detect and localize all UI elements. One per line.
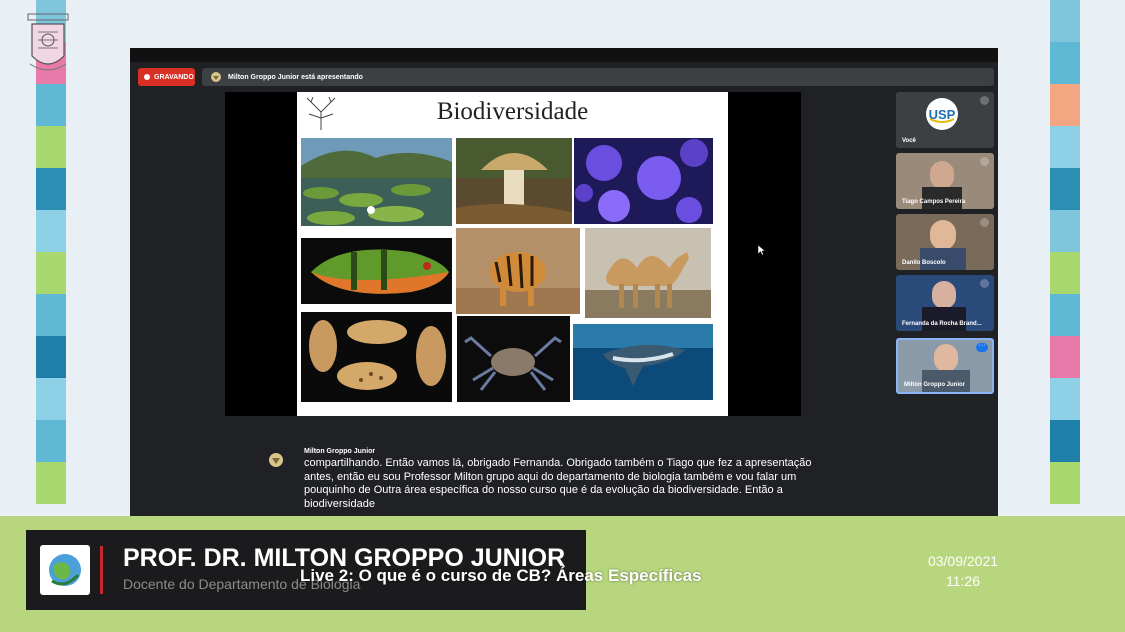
- stripe: [36, 294, 66, 336]
- participant-tile[interactable]: USP Você: [896, 92, 994, 148]
- participant-name: Tiago Campos Pereira: [902, 199, 966, 205]
- mushroom-photo: [456, 138, 572, 224]
- stripe: [36, 126, 66, 168]
- meeting-window: GRAVANDO Milton Groppo Junior está apres…: [130, 48, 998, 516]
- mic-icon[interactable]: [980, 279, 989, 288]
- recording-badge[interactable]: GRAVANDO: [138, 68, 195, 86]
- caption-speaker: Milton Groppo Junior: [304, 448, 376, 455]
- video-person: [934, 344, 958, 372]
- recording-label: GRAVANDO: [154, 73, 194, 81]
- presenter-avatar-icon: [269, 453, 283, 467]
- shells-photo: [301, 312, 452, 402]
- recording-dot-icon: [144, 74, 150, 80]
- stripe: [1050, 462, 1080, 504]
- accent-bar: [100, 546, 103, 594]
- participant-name: Milton Groppo Junior: [904, 382, 965, 388]
- camel-photo: [585, 228, 711, 318]
- live-title: Live 2: O que é o curso de CB? Áreas Esp…: [300, 566, 702, 585]
- globe-logo: [40, 545, 90, 595]
- mic-icon[interactable]: [980, 96, 989, 105]
- stripe: [36, 84, 66, 126]
- slide-title: Biodiversidade: [436, 98, 589, 125]
- stripe: [1050, 420, 1080, 462]
- participant-tile[interactable]: ··· Milton Groppo Junior: [896, 338, 994, 394]
- participant-name: Danilo Boscolo: [902, 260, 946, 266]
- stripe: [1050, 378, 1080, 420]
- video-person: [932, 281, 956, 309]
- stripe: [1050, 252, 1080, 294]
- crest-logo: [26, 10, 70, 82]
- mic-icon[interactable]: [980, 218, 989, 227]
- virus-photo: [574, 138, 713, 224]
- mic-icon[interactable]: [980, 157, 989, 166]
- whale-photo: [573, 324, 713, 400]
- video-person: [930, 161, 954, 189]
- window-topbar: [130, 48, 998, 62]
- tiger-photo: [456, 228, 580, 314]
- cursor-icon: [758, 245, 766, 255]
- stripe: [1050, 0, 1080, 42]
- stripe: [1050, 294, 1080, 336]
- stripe: [36, 252, 66, 294]
- video-person-body: [922, 187, 962, 209]
- presenting-text: Milton Groppo Junior está apresentando: [228, 73, 363, 81]
- video-person-body: [920, 248, 966, 270]
- date-time: 03/09/2021 11:26: [918, 551, 1008, 591]
- participant-tile[interactable]: Danilo Boscolo: [896, 214, 994, 270]
- stripe: [1050, 42, 1080, 84]
- video-person: [930, 220, 956, 250]
- stripe: [1050, 336, 1080, 378]
- stripe: [36, 210, 66, 252]
- time: 11:26: [946, 573, 980, 589]
- shared-screen: Biodiversidade: [225, 92, 801, 416]
- participant-tile[interactable]: Tiago Campos Pereira: [896, 153, 994, 209]
- stripe: [36, 336, 66, 378]
- presenting-banner: Milton Groppo Junior está apresentando: [202, 68, 994, 86]
- stripe: [1050, 168, 1080, 210]
- participant-name: Fernanda da Rocha Brand...: [902, 321, 982, 327]
- stripe: [36, 378, 66, 420]
- stripe: [36, 420, 66, 462]
- live-caption: Milton Groppo Junior compartilhando. Ent…: [269, 448, 814, 511]
- video-person-body: [922, 307, 966, 331]
- fish-photo: [301, 238, 452, 304]
- more-options-icon[interactable]: ···: [976, 342, 988, 352]
- date: 03/09/2021: [927, 553, 999, 569]
- caption-text: compartilhando. Então vamos lá, obrigado…: [304, 457, 812, 510]
- stripe: [1050, 84, 1080, 126]
- presentation-slide: Biodiversidade: [297, 92, 728, 416]
- crab-photo: [457, 316, 570, 402]
- stripe: [36, 462, 66, 504]
- stripe: [36, 168, 66, 210]
- participant-name: Você: [902, 138, 916, 144]
- avatar: USP: [926, 98, 958, 130]
- participant-tile[interactable]: Fernanda da Rocha Brand...: [896, 275, 994, 331]
- water-lily-photo: [301, 138, 452, 226]
- presenter-avatar-icon: [211, 72, 221, 82]
- stripe: [1050, 210, 1080, 252]
- stripe: [1050, 126, 1080, 168]
